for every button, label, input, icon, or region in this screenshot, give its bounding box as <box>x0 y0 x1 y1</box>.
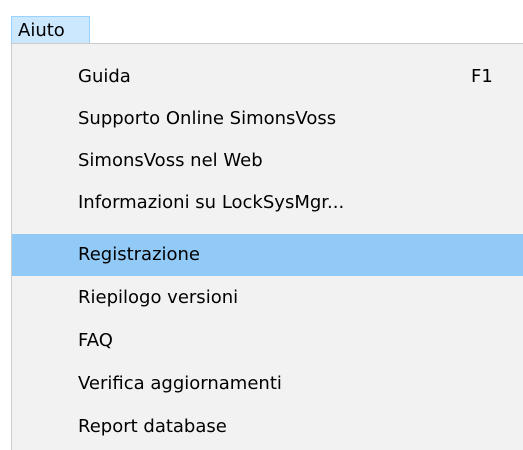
menu-item-shortcut: F1 <box>471 66 493 87</box>
menu-item-label: FAQ <box>78 330 113 351</box>
menu-aiuto[interactable]: Aiuto <box>11 16 90 44</box>
menu-item-label: Guida <box>78 66 131 87</box>
help-dropdown-menu: Guida F1 Supporto Online SimonsVoss Simo… <box>11 43 523 450</box>
menu-item-supporto-online[interactable]: Supporto Online SimonsVoss <box>12 98 523 140</box>
menu-item-guida[interactable]: Guida F1 <box>12 56 523 98</box>
menu-item-riepilogo-versioni[interactable]: Riepilogo versioni <box>12 277 523 319</box>
menu-item-informazioni[interactable]: Informazioni su LockSysMgr... <box>12 182 523 224</box>
menu-item-label: Registrazione <box>78 244 201 265</box>
menu-item-label: SimonsVoss nel Web <box>78 150 263 171</box>
menu-item-registrazione[interactable]: Registrazione <box>12 234 523 276</box>
menu-item-simonsvoss-web[interactable]: SimonsVoss nel Web <box>12 140 523 182</box>
menu-item-verifica-aggiornamenti[interactable]: Verifica aggiornamenti <box>12 363 523 405</box>
menu-item-faq[interactable]: FAQ <box>12 320 523 362</box>
menu-item-label: Report database <box>78 416 227 437</box>
menu-item-report-database[interactable]: Report database <box>12 406 523 448</box>
menu-item-label: Verifica aggiornamenti <box>78 373 282 394</box>
menu-item-label: Supporto Online SimonsVoss <box>78 108 337 129</box>
menu-item-label: Riepilogo versioni <box>78 287 239 308</box>
menu-item-label: Informazioni su LockSysMgr... <box>78 192 345 213</box>
screen: Aiuto Guida F1 Supporto Online SimonsVos… <box>0 0 523 450</box>
